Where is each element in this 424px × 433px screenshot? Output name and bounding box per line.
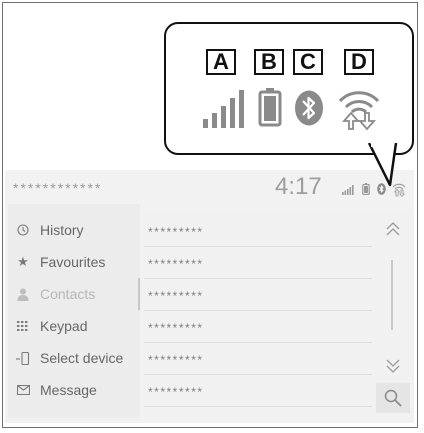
scrollbar[interactable] — [391, 260, 393, 330]
contact-name-masked: ********* — [148, 353, 204, 367]
sidebar-item-label: History — [40, 222, 84, 238]
contact-name-masked: ********* — [148, 321, 204, 335]
status-icon-callout: A B C D — [164, 22, 414, 155]
contact-name-masked: ********* — [148, 289, 204, 303]
envelope-icon — [14, 385, 32, 395]
clock-icon — [14, 224, 32, 236]
label-b: B — [254, 49, 284, 75]
label-d: D — [344, 49, 374, 75]
search-icon — [384, 389, 402, 407]
callout-icons — [166, 85, 412, 133]
list-item[interactable]: ********* — [144, 248, 372, 279]
label-c: C — [293, 49, 323, 75]
contact-name-masked: ********* — [148, 385, 204, 399]
sidebar-item-keypad[interactable]: Keypad — [8, 310, 140, 342]
sidebar-item-message[interactable]: Message — [8, 374, 140, 406]
signal-strength-icon — [342, 185, 354, 195]
wifi-data-icon — [338, 91, 380, 131]
sidebar-item-select-device[interactable]: Select device — [8, 342, 140, 374]
double-chevron-down-icon[interactable] — [382, 355, 404, 377]
phone-screen: ************ 4:17 History ★ Favourites C… — [5, 170, 414, 423]
sidebar-item-label: Select device — [40, 350, 124, 366]
search-button[interactable] — [376, 383, 410, 413]
phone-device-icon — [14, 351, 32, 365]
list-item[interactable]: ********* — [144, 344, 372, 375]
star-icon: ★ — [17, 254, 29, 269]
sidebar-item-label: Favourites — [40, 254, 106, 270]
sidebar-item-contacts[interactable]: Contacts — [8, 278, 140, 310]
clock-time: 4:17 — [275, 173, 322, 200]
device-name-masked: ************ — [13, 180, 103, 196]
bluetooth-icon — [295, 90, 323, 126]
page: A B C D ************ 4:17 History ★ Favo… — [0, 0, 424, 433]
sidebar-item-label: Message — [40, 382, 97, 398]
signal-strength-icon — [203, 90, 244, 128]
label-a: A — [206, 49, 236, 75]
contact-name-masked: ********* — [148, 257, 204, 271]
list-item[interactable]: ********* — [144, 312, 372, 343]
list-item[interactable]: ********* — [144, 376, 372, 407]
callout-pointer — [368, 143, 398, 187]
person-icon — [14, 288, 32, 301]
sidebar-item-history[interactable]: History — [8, 214, 140, 246]
sidebar-item-favourites[interactable]: ★ Favourites — [8, 246, 140, 278]
sidebar: History ★ Favourites Contacts Keypad Sel… — [8, 204, 140, 418]
contact-name-masked: ********* — [148, 225, 204, 239]
sidebar-item-label: Contacts — [40, 286, 96, 302]
keypad-icon — [14, 321, 32, 331]
scroll-controls — [374, 210, 412, 415]
battery-icon — [258, 88, 282, 127]
list-item[interactable]: ********* — [144, 280, 372, 311]
list-item[interactable]: ********* — [144, 216, 372, 247]
double-chevron-up-icon[interactable] — [382, 218, 404, 240]
sidebar-item-label: Keypad — [40, 318, 88, 334]
